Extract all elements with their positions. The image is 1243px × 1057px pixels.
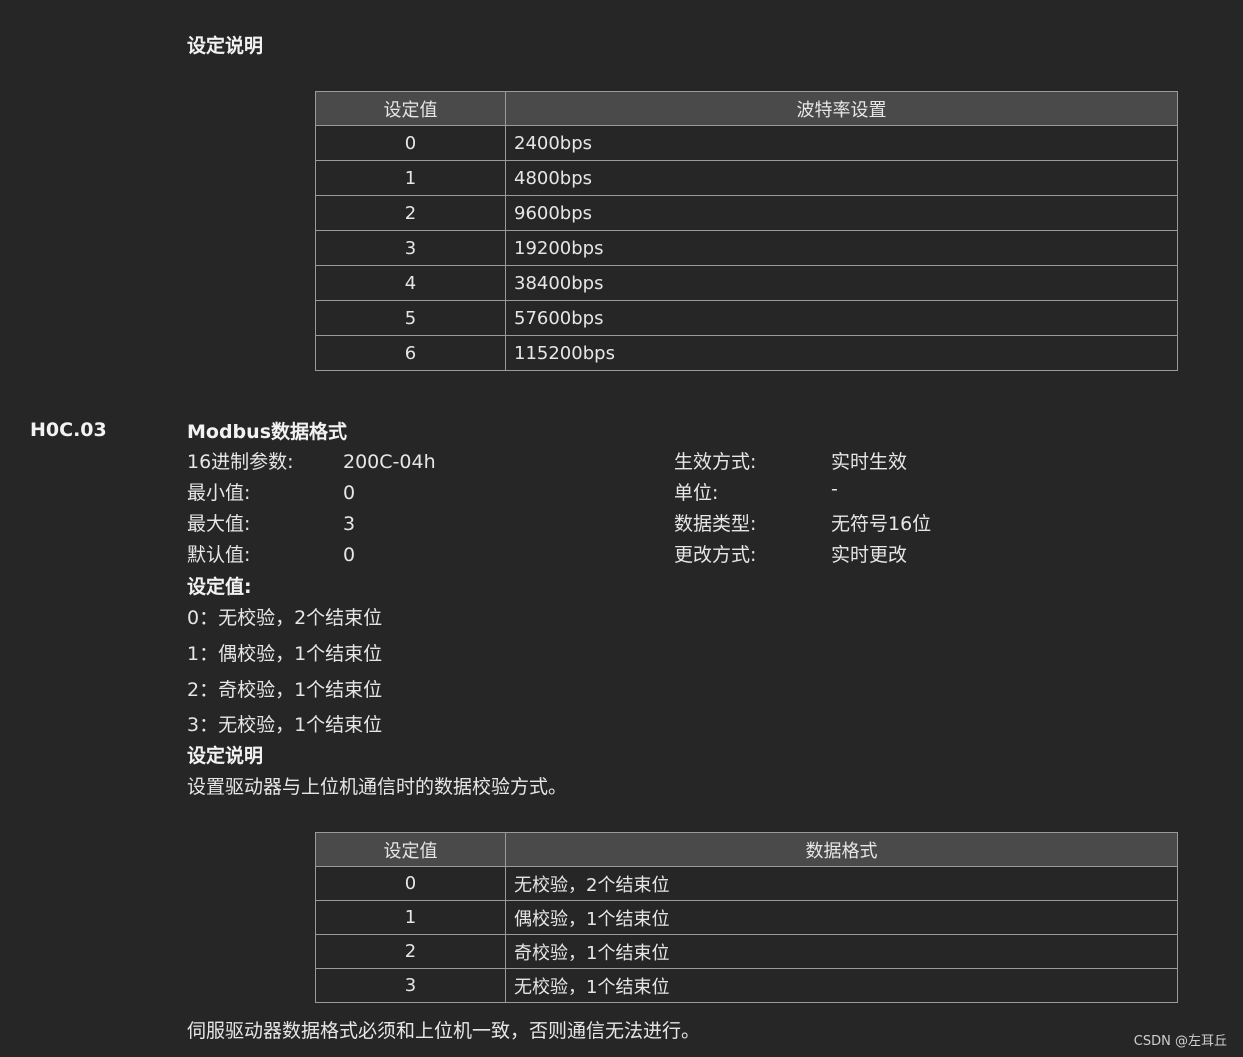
cell-setting: 6 [315, 335, 506, 371]
field-value-change: 实时更改 [831, 544, 908, 566]
cell-setting: 2 [315, 934, 506, 969]
settings-title: 设定值: [187, 576, 252, 598]
header-setting-value: 设定值 [315, 91, 506, 126]
field-value-effect: 实时生效 [831, 451, 908, 473]
description-text: 设置驱动器与上位机通信时的数据校验方式。 [187, 776, 568, 798]
field-value-unit: - [831, 478, 838, 500]
data-format-table: 设定值 数据格式 0 无校验，2个结束位 1 偶校验，1个结束位 2 奇校验，1… [315, 832, 1178, 1003]
baud-rate-table: 设定值 波特率设置 0 2400bps 1 4800bps 2 9600bps … [315, 91, 1178, 371]
table-row: 0 2400bps [315, 125, 1178, 161]
cell-format: 奇校验，1个结束位 [505, 934, 1178, 969]
cell-setting: 3 [315, 968, 506, 1003]
table-row: 1 偶校验，1个结束位 [315, 900, 1178, 935]
field-value-hex: 200C-04h [343, 451, 436, 473]
header-setting-value: 设定值 [315, 832, 506, 867]
cell-setting: 0 [315, 125, 506, 161]
setting-option: 0：无校验，2个结束位 [187, 607, 383, 629]
table-row: 3 无校验，1个结束位 [315, 968, 1178, 1003]
field-label-default: 默认值: [187, 544, 251, 566]
header-data-format: 数据格式 [505, 832, 1178, 867]
cell-format: 无校验，2个结束位 [505, 866, 1178, 901]
setting-option: 2：奇校验，1个结束位 [187, 679, 383, 701]
description-title: 设定说明 [187, 745, 264, 767]
field-label-hex: 16进制参数: [187, 451, 294, 473]
cell-setting: 1 [315, 900, 506, 935]
table-header-row: 设定值 数据格式 [315, 832, 1178, 867]
table-row: 1 4800bps [315, 160, 1178, 196]
table-row: 4 38400bps [315, 265, 1178, 301]
watermark: CSDN @左耳丘 [1133, 1034, 1227, 1049]
field-value-datatype: 无符号16位 [831, 513, 932, 535]
cell-baud: 4800bps [505, 160, 1178, 196]
field-label-min: 最小值: [187, 482, 251, 504]
cell-setting: 0 [315, 866, 506, 901]
param-name: Modbus数据格式 [187, 421, 347, 443]
table-row: 5 57600bps [315, 300, 1178, 336]
setting-option: 1：偶校验，1个结束位 [187, 643, 383, 665]
field-label-datatype: 数据类型: [674, 513, 757, 535]
field-value-max: 3 [343, 513, 356, 535]
cell-setting: 4 [315, 265, 506, 301]
cell-baud: 2400bps [505, 125, 1178, 161]
section-title: 设定说明 [187, 35, 264, 57]
cell-format: 偶校验，1个结束位 [505, 900, 1178, 935]
table-row: 0 无校验，2个结束位 [315, 866, 1178, 901]
table-row: 2 奇校验，1个结束位 [315, 934, 1178, 969]
field-label-unit: 单位: [674, 482, 719, 504]
cell-setting: 1 [315, 160, 506, 196]
param-code: H0C.03 [30, 419, 107, 441]
field-value-min: 0 [343, 482, 356, 504]
cell-baud: 38400bps [505, 265, 1178, 301]
cell-setting: 2 [315, 195, 506, 231]
cell-format: 无校验，1个结束位 [505, 968, 1178, 1003]
cell-baud: 19200bps [505, 230, 1178, 266]
cell-baud: 57600bps [505, 300, 1178, 336]
field-value-default: 0 [343, 544, 356, 566]
field-label-effect: 生效方式: [674, 451, 757, 473]
cell-setting: 5 [315, 300, 506, 336]
cell-baud: 115200bps [505, 335, 1178, 371]
setting-option: 3：无校验，1个结束位 [187, 714, 383, 736]
field-label-max: 最大值: [187, 513, 251, 535]
footer-note: 伺服驱动器数据格式必须和上位机一致，否则通信无法进行。 [187, 1020, 701, 1042]
table-header-row: 设定值 波特率设置 [315, 91, 1178, 126]
table-row: 2 9600bps [315, 195, 1178, 231]
cell-setting: 3 [315, 230, 506, 266]
table-row: 3 19200bps [315, 230, 1178, 266]
table-row: 6 115200bps [315, 335, 1178, 371]
field-label-change: 更改方式: [674, 544, 757, 566]
cell-baud: 9600bps [505, 195, 1178, 231]
header-baud-rate: 波特率设置 [505, 91, 1178, 126]
